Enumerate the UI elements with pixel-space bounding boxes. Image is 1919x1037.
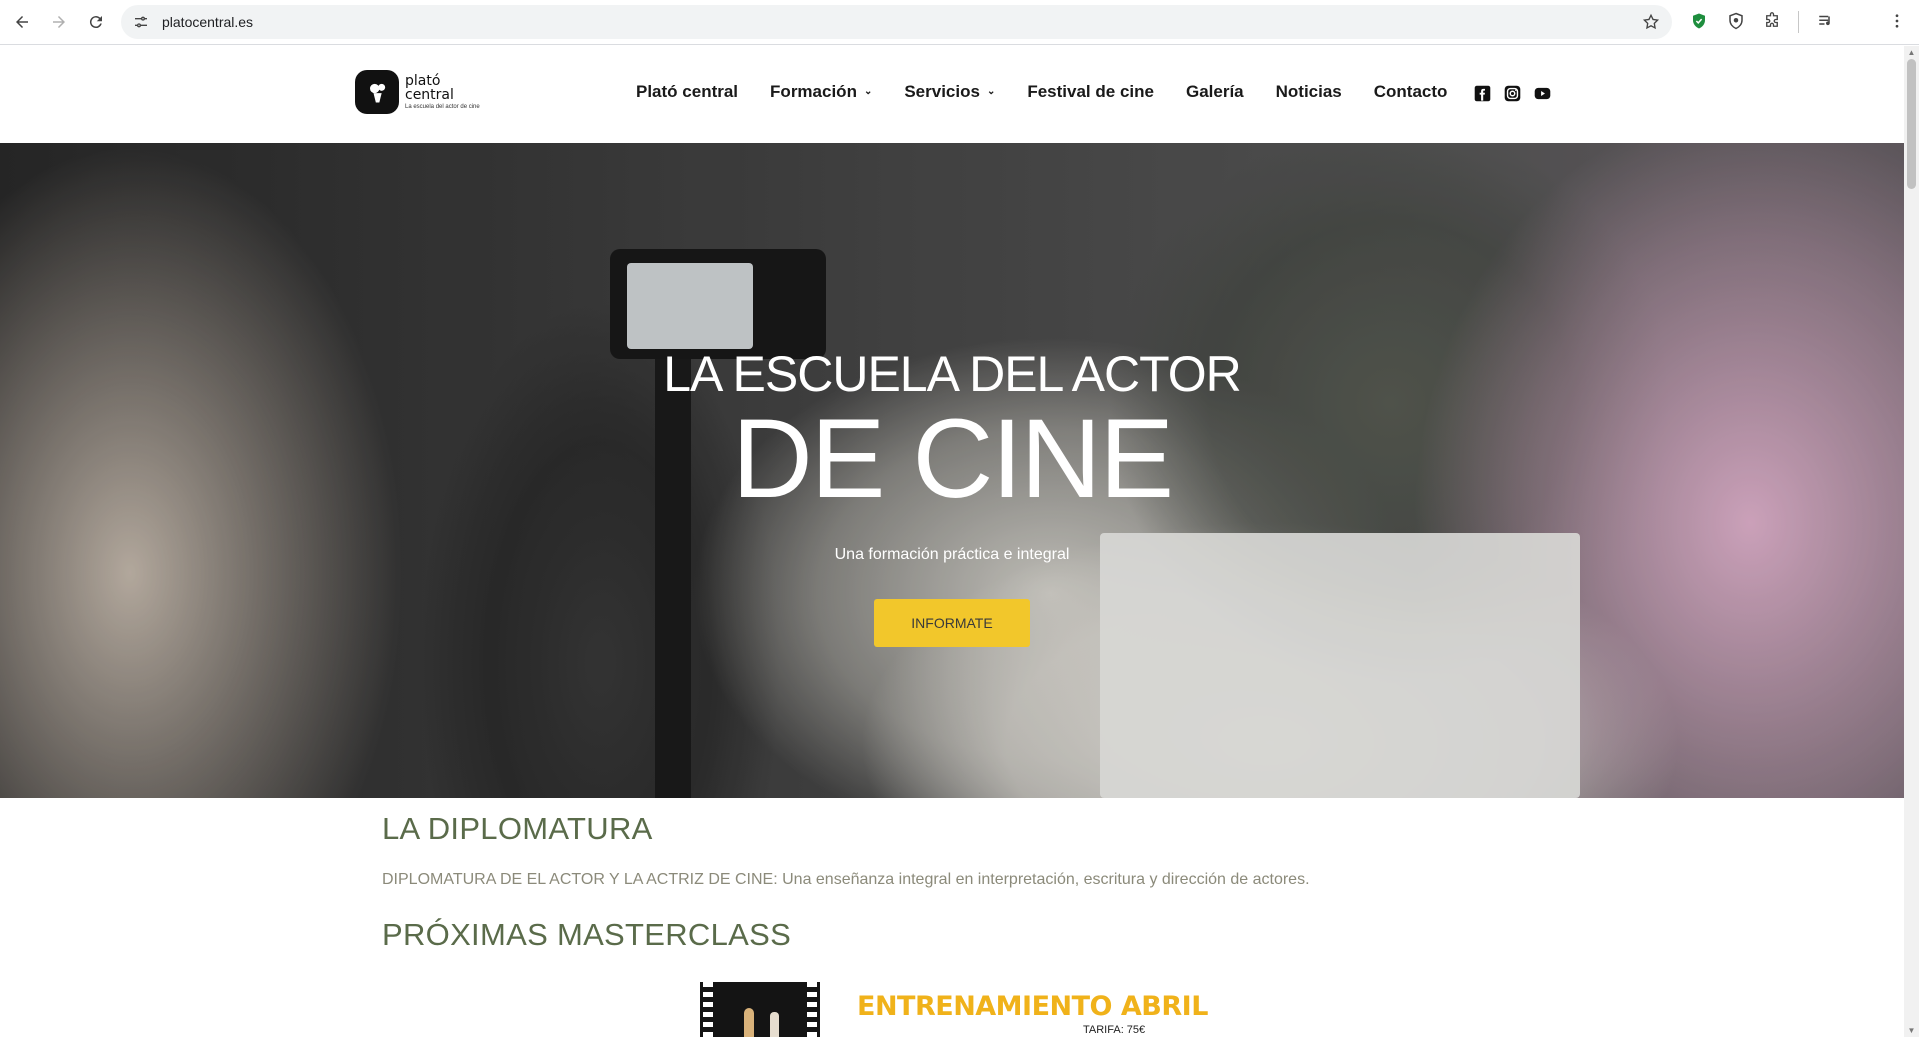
masterclass-poster-image[interactable] [700,982,820,1037]
chevron-down-icon: ⌄ [986,85,996,97]
masterclass-poster-title: ENTRENAMIENTO ABRIL [857,991,1208,1022]
puzzle-extension-icon[interactable] [1761,10,1783,32]
site-info-icon[interactable] [132,13,150,31]
facebook-icon[interactable] [1474,85,1491,102]
nav-item-plato-central[interactable]: Plató central [636,82,738,102]
forward-icon[interactable] [44,7,74,37]
shield-outline-extension-icon[interactable] [1725,10,1747,32]
hero-title-line-2: DE CINE [731,396,1174,521]
nav-item-servicios[interactable]: Servicios ⌄ [904,82,995,102]
diplomatura-heading: LA DIPLOMATURA [382,811,653,846]
chrome-menu-icon[interactable] [1886,10,1908,32]
scrollbar-thumb[interactable] [1907,59,1916,189]
reload-icon[interactable] [81,7,111,37]
youtube-icon[interactable] [1534,85,1551,102]
nav-item-galeria[interactable]: Galería [1186,82,1244,102]
poster-figure [770,1012,779,1037]
hero-subtitle: Una formación práctica e integral [834,546,1070,563]
social-links [1474,85,1564,102]
toolbar-separator [1798,11,1799,33]
nav-item-contacto[interactable]: Contacto [1374,82,1448,102]
site-header: plató central La escuela del actor de ci… [0,46,1904,143]
poster-figure [744,1008,754,1037]
main-navigation: Plató central Formación ⌄ Servicios ⌄ Fest… [636,82,1479,102]
bookmark-star-icon[interactable] [1642,13,1660,31]
diplomatura-description: DIPLOMATURA DE EL ACTOR Y LA ACTRIZ DE C… [382,871,1310,888]
site-logo[interactable]: plató central La escuela del actor de ci… [355,70,480,114]
hero-title-line-1: LA ESCUELA DEL ACTOR [663,346,1242,402]
masterclass-poster-price: TARIFA: 75€ [1083,1024,1146,1036]
url-text: platocentral.es [162,14,254,30]
logo-mark-icon [355,70,399,114]
chevron-down-icon: ⌄ [863,85,873,97]
logo-tagline: La escuela del actor de cine [405,104,480,110]
media-queue-icon[interactable] [1815,10,1837,32]
nav-item-formacion[interactable]: Formación ⌄ [770,82,872,102]
film-strip-left [703,982,713,1037]
informate-button[interactable]: INFORMATE [874,599,1030,647]
address-bar[interactable]: platocentral.es [121,5,1672,39]
masterclass-heading: PRÓXIMAS MASTERCLASS [382,917,792,952]
logo-line-1: plató [405,73,441,89]
back-icon[interactable] [7,7,37,37]
nav-item-noticias[interactable]: Noticias [1276,82,1342,102]
hero-banner: LA ESCUELA DEL ACTOR DE CINE Una formaci… [0,143,1904,798]
film-strip-right [807,982,817,1037]
scroll-down-arrow-icon[interactable]: ▼ [1907,1026,1916,1035]
scroll-up-arrow-icon[interactable]: ▲ [1907,48,1916,57]
browser-toolbar: platocentral.es [0,0,1919,45]
instagram-icon[interactable] [1504,85,1521,102]
shield-green-extension-icon[interactable] [1688,10,1710,32]
logo-line-2: central [405,87,454,103]
page-scrollbar[interactable]: ▲ ▼ [1904,46,1919,1037]
main-content: LA DIPLOMATURA DIPLOMATURA DE EL ACTOR Y… [0,798,1904,1037]
nav-item-festival-de-cine[interactable]: Festival de cine [1027,82,1154,102]
